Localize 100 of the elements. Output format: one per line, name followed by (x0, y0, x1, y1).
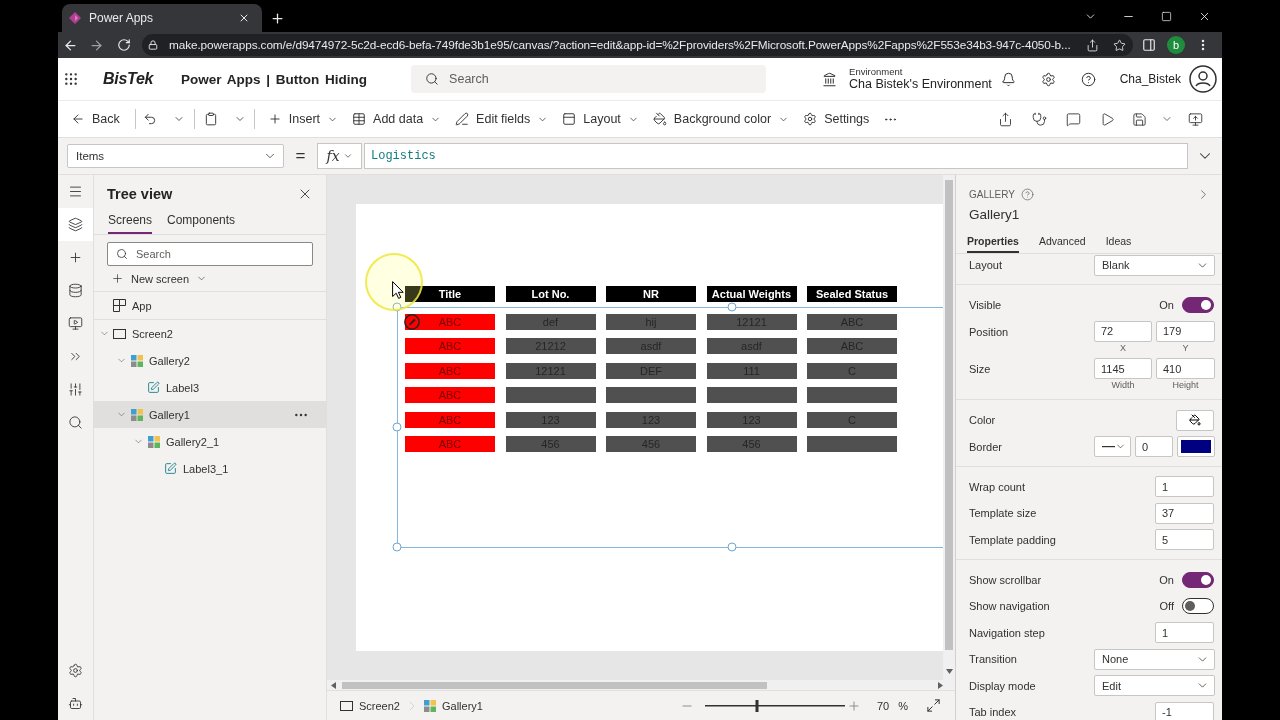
number-input[interactable]: 179 (1156, 320, 1215, 342)
layers-icon[interactable] (68, 217, 83, 232)
vertical-scrollbar[interactable] (943, 175, 955, 680)
bell-icon[interactable] (1001, 71, 1017, 87)
settings-icon[interactable] (1041, 71, 1057, 87)
property-dropdown[interactable]: Items (67, 144, 284, 168)
rail-button[interactable] (58, 208, 93, 241)
database-icon[interactable] (68, 283, 83, 298)
toolbar-button[interactable]: Background color (645, 104, 797, 134)
breadcrumb[interactable]: Gallery1 (424, 699, 483, 712)
toolbar-button[interactable]: Add data (345, 104, 449, 134)
search-field[interactable]: Search (107, 242, 313, 266)
tab[interactable]: Advanced (1038, 231, 1086, 253)
clipboard-icon[interactable] (203, 112, 218, 126)
number-input[interactable]: 1145 (1094, 358, 1152, 379)
back-icon[interactable] (62, 37, 78, 53)
toolbar-button[interactable]: Layout (555, 104, 646, 134)
toggle-switch[interactable] (1182, 598, 1214, 614)
search-icon[interactable] (68, 415, 83, 430)
paint-bucket-icon[interactable] (1189, 414, 1201, 426)
robot-icon[interactable] (68, 696, 83, 711)
resize-handle[interactable] (392, 302, 402, 312)
tree-item[interactable]: Screen2 (94, 320, 326, 347)
resize-handle[interactable] (727, 542, 737, 552)
number-input[interactable]: 5 (1155, 529, 1214, 550)
triangle-left-icon[interactable] (331, 681, 336, 689)
tree-item[interactable]: App (94, 292, 326, 319)
sliders-icon[interactable] (68, 382, 83, 397)
toolbar-button[interactable]: Settings (796, 104, 877, 134)
menu-icon[interactable] (68, 184, 83, 199)
tab[interactable]: Ideas (1105, 231, 1132, 253)
number-input[interactable]: 1 (1155, 476, 1214, 497)
dropdown[interactable]: None (1094, 648, 1215, 670)
dropdown[interactable]: Edit (1094, 675, 1215, 696)
tree-item[interactable]: Gallery2_1 (94, 428, 326, 455)
horizontal-scrollbar[interactable] (327, 680, 955, 690)
avatar-icon[interactable] (1189, 65, 1217, 93)
maximize-icon[interactable] (1160, 10, 1172, 22)
triangle-right-icon[interactable] (938, 681, 943, 689)
settings-icon[interactable] (68, 663, 83, 678)
app-launcher-icon[interactable] (63, 71, 79, 87)
monitor-icon[interactable] (68, 316, 83, 331)
stethoscope-icon[interactable] (1031, 111, 1047, 127)
tab[interactable]: Properties (967, 231, 1019, 253)
function-button[interactable]: fx (317, 143, 362, 169)
column-header: NR (606, 286, 696, 302)
toolbar-button[interactable]: Insert (260, 104, 346, 134)
tree-item[interactable]: Gallery2 (94, 347, 326, 374)
expand-icon[interactable] (925, 698, 941, 713)
close-icon[interactable] (238, 12, 250, 24)
comment-icon[interactable] (1065, 111, 1081, 127)
number-input[interactable]: 410 (1156, 358, 1215, 379)
share-icon[interactable] (997, 111, 1013, 127)
save-icon[interactable] (1131, 111, 1147, 127)
number-input[interactable]: 72 (1094, 320, 1152, 342)
profile-avatar[interactable]: b (1167, 36, 1185, 54)
share-icon[interactable] (1085, 38, 1099, 52)
pencil-circle-icon[interactable] (404, 314, 420, 330)
new-screen-button[interactable]: New screen (131, 272, 190, 285)
search-field[interactable]: Search (411, 65, 767, 93)
border-width-input[interactable]: 0 (1135, 436, 1173, 457)
number-input[interactable]: -1 (1155, 701, 1214, 720)
environment-name[interactable]: Cha Bistek's Environment (849, 77, 992, 92)
new-tab-icon[interactable] (270, 10, 285, 26)
resize-handle[interactable] (392, 422, 402, 432)
toggle-switch[interactable] (1182, 571, 1214, 588)
tree-item[interactable]: Label3_1 (94, 455, 326, 482)
number-input[interactable]: 1 (1155, 622, 1214, 643)
address-field[interactable]: make.powerapps.com/e/d9474972-5c2d-ecd6-befa-749fde3b1e95/canvas/?action=edit&app-id=%2Fproviders%2FMicrosoft.PowerApps%2Fapps%2F553e34b3-947c-4050-b... (142, 34, 1133, 56)
tree-item[interactable]: Label3 (94, 374, 326, 401)
user-name[interactable]: Cha_Bistek (1119, 72, 1181, 86)
formula-input[interactable]: Logistics (364, 143, 1188, 169)
reload-icon[interactable] (117, 38, 131, 52)
help-icon[interactable] (1081, 71, 1097, 87)
resize-handle[interactable] (392, 542, 402, 552)
tab[interactable]: Screens (108, 213, 153, 234)
dropdown[interactable]: Blank (1094, 254, 1215, 276)
slider-thumb[interactable] (755, 699, 759, 712)
side-panel-icon[interactable] (1142, 38, 1156, 52)
scrollbar-thumb[interactable] (945, 180, 953, 650)
scrollbar-thumb[interactable] (342, 681, 767, 689)
tree-item[interactable]: Gallery1 (94, 401, 326, 428)
number-input[interactable]: 37 (1155, 502, 1214, 524)
browser-tab[interactable]: Power Apps (62, 4, 262, 32)
toggle-state-label: On (1159, 299, 1174, 311)
triangle-down-icon[interactable] (945, 669, 953, 674)
toolbar-button[interactable]: Edit fields (448, 104, 556, 134)
tab[interactable]: Components (167, 213, 236, 234)
equals-sign: = (294, 146, 307, 166)
breadcrumb[interactable]: Screen2 (340, 699, 400, 712)
back-button[interactable]: Back (64, 104, 127, 134)
plus-icon[interactable] (68, 250, 83, 265)
toggle-switch[interactable] (1182, 297, 1214, 313)
undo-icon[interactable] (142, 112, 157, 126)
monitor-upload-icon[interactable] (1187, 111, 1203, 127)
resize-handle[interactable] (727, 302, 737, 312)
color-picker-button[interactable] (1176, 409, 1214, 431)
play-icon[interactable] (1099, 111, 1115, 127)
star-icon[interactable] (1112, 38, 1126, 52)
forward-icon[interactable] (88, 37, 104, 53)
